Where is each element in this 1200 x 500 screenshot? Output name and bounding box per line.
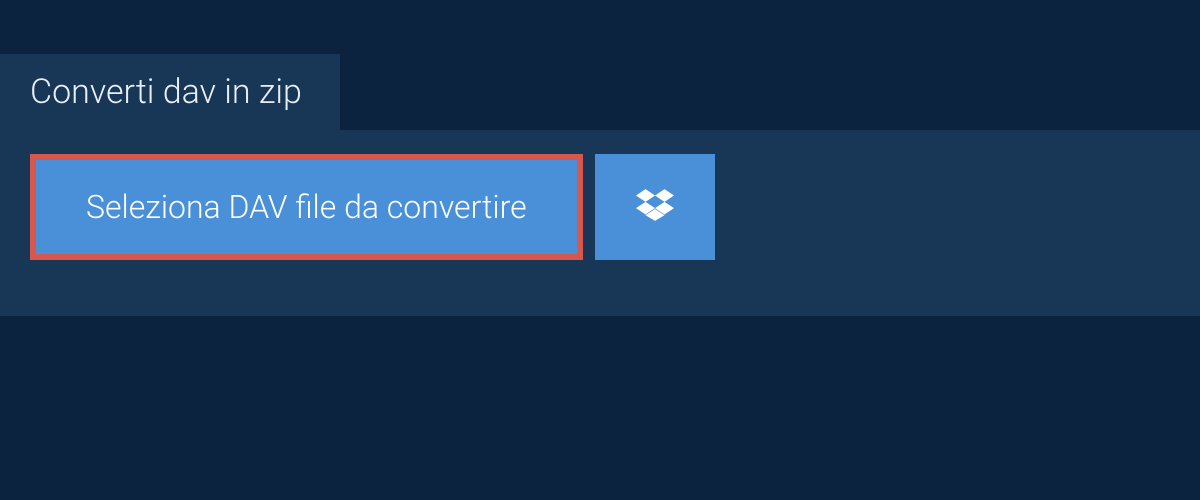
tab-label: Converti dav in zip bbox=[30, 72, 302, 112]
dropbox-button[interactable] bbox=[595, 154, 715, 260]
select-file-button[interactable]: Seleziona DAV file da convertire bbox=[30, 154, 583, 260]
button-row: Seleziona DAV file da convertire bbox=[30, 154, 1170, 260]
dropbox-icon bbox=[636, 186, 674, 228]
select-file-label: Seleziona DAV file da convertire bbox=[86, 188, 527, 226]
content-panel: Seleziona DAV file da convertire bbox=[0, 130, 1200, 316]
tab-convert[interactable]: Converti dav in zip bbox=[0, 54, 340, 132]
